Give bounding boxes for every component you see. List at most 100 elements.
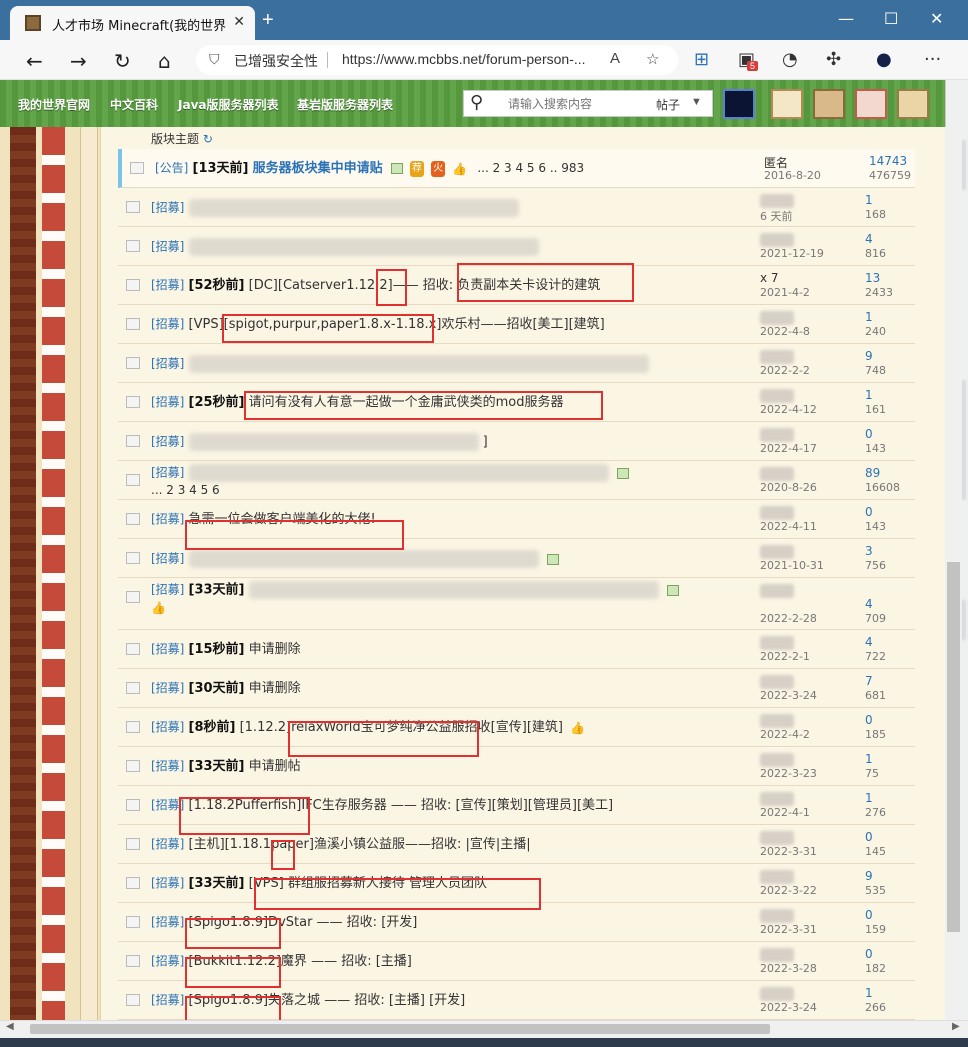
thread-pages[interactable]: ... 2 3 4 5 6 (151, 483, 220, 497)
thread-category[interactable]: [招募] (151, 357, 184, 371)
thread-category[interactable]: [招募] (151, 954, 184, 968)
thread-replies[interactable]: 1 (865, 388, 873, 402)
nav-link-wiki[interactable]: 中文百科 (110, 96, 158, 113)
table-row[interactable]: [招募] ] 2022-4-17 0 143 (118, 422, 915, 461)
close-window-button[interactable]: ✕ (930, 9, 943, 28)
shield-icon[interactable]: ⛉ (209, 51, 220, 68)
thread-replies[interactable]: 1 (865, 791, 873, 805)
maximize-button[interactable]: ☐ (884, 9, 898, 28)
table-row[interactable]: [招募] [33天前] 👍 2022-2-28 4 709 (118, 578, 915, 630)
read-aloud-icon[interactable]: A (610, 50, 620, 67)
thread-title[interactable]: 申请删除 (249, 681, 301, 696)
potion-icon[interactable] (855, 89, 887, 119)
thread-replies[interactable]: 13 (865, 271, 880, 285)
table-row[interactable]: [招募] ... 2 3 4 5 6 2020-8-26 89 16608 (118, 461, 915, 500)
table-row[interactable]: [招募] [8秒前] [1.12.2]relaxWorld宝可梦纯净公益服招收[… (118, 708, 915, 747)
thread-replies[interactable]: 7 (865, 674, 873, 688)
thread-author[interactable]: x 7 (760, 271, 779, 285)
thread-replies[interactable]: 1 (865, 193, 873, 207)
refresh-icon[interactable]: ↻ (114, 49, 131, 73)
thread-category[interactable]: [招募] (151, 435, 184, 449)
thread-title[interactable]: 申请删帖 (249, 759, 301, 774)
thread-category[interactable]: [招募] (151, 240, 184, 254)
translate-icon[interactable]: ⊞ (694, 49, 709, 70)
thread-replies[interactable]: 0 (865, 908, 873, 922)
thread-category[interactable]: [招募] (151, 720, 184, 734)
thread-category[interactable]: [招募] (151, 201, 184, 215)
nav-link-java-servers[interactable]: Java版服务器列表 (178, 96, 278, 113)
thread-replies[interactable]: 4 (865, 232, 873, 246)
thread-category[interactable]: [招募] (151, 759, 184, 773)
nav-link-official[interactable]: 我的世界官网 (18, 96, 90, 113)
url-text[interactable]: https://www.mcbbs.net/forum-person-... (342, 51, 586, 67)
thread-replies[interactable]: 1 (865, 752, 873, 766)
thread-category[interactable]: [招募] (151, 915, 184, 929)
table-row[interactable]: [公告] [13天前] 服务器板块集中申请贴 荐 火 👍 ... 2 3 4 5… (118, 149, 915, 188)
horizontal-scrollbar-thumb[interactable] (30, 1024, 770, 1034)
thread-title[interactable]: [主机][1.18.1paper]渔溪小镇公益服——招收: |宣传|主播| (189, 837, 531, 852)
thread-category[interactable]: [招募] (151, 552, 184, 566)
table-row[interactable]: [招募] [30天前] 申请删除 2022-3-24 7 681 (118, 669, 915, 708)
night-mode-icon[interactable] (723, 89, 755, 119)
search-input[interactable] (508, 97, 648, 111)
palette-icon[interactable] (897, 89, 929, 119)
tab-close-icon[interactable]: ✕ (233, 13, 245, 30)
thread-pages[interactable]: ... 2 3 4 5 6 .. 983 (477, 161, 584, 175)
new-tab-button[interactable]: + (262, 9, 274, 32)
thread-category[interactable]: [招募] (151, 876, 184, 890)
thread-replies[interactable]: 3 (865, 544, 873, 558)
thread-category[interactable]: [招募] (151, 993, 184, 1007)
thread-replies[interactable]: 0 (865, 830, 873, 844)
refresh-list-icon[interactable]: ↻ (203, 132, 213, 146)
thread-replies[interactable]: 14743 (869, 154, 907, 168)
thread-category[interactable]: [招募] (151, 837, 184, 851)
thread-title[interactable]: 申请删除 (249, 642, 301, 657)
forward-arrow-icon[interactable]: → (70, 49, 87, 73)
scroll-right-icon[interactable]: ▶ (952, 1021, 960, 1032)
thread-category[interactable]: [招募] (151, 681, 184, 695)
vertical-scrollbar-thumb[interactable] (947, 562, 960, 932)
thread-category[interactable]: [招募] (151, 466, 184, 480)
thread-category[interactable]: [招募] (151, 583, 184, 597)
home-icon[interactable]: ⌂ (158, 49, 171, 73)
table-row[interactable]: [招募] [33天前] 申请删帖 2022-3-23 1 75 (118, 747, 915, 786)
search-icon[interactable]: ⚲ (470, 92, 483, 113)
browser-tab[interactable]: 人才市场 Minecraft(我的世界)中 ✕ (10, 6, 255, 40)
thread-category[interactable]: [公告] (155, 161, 188, 175)
crafting-table-icon[interactable] (813, 89, 845, 119)
thread-replies[interactable]: 0 (865, 947, 873, 961)
search-type-select[interactable]: 帖子 (656, 96, 680, 113)
table-row[interactable]: [招募] 2022-2-2 9 748 (118, 344, 915, 383)
table-row[interactable]: [招募] 2021-12-19 4 816 (118, 227, 915, 266)
more-menu-icon[interactable]: ··· (924, 49, 941, 70)
nav-link-bedrock-servers[interactable]: 基岩版服务器列表 (297, 96, 393, 113)
thread-replies[interactable]: 1 (865, 310, 873, 324)
thread-replies[interactable]: 9 (865, 869, 873, 883)
thread-replies[interactable]: 0 (865, 713, 873, 727)
thread-replies[interactable]: 0 (865, 505, 873, 519)
thread-replies[interactable]: 4 (865, 635, 873, 649)
thread-title[interactable]: ] (483, 435, 488, 450)
thread-category[interactable]: [招募] (151, 317, 184, 331)
thread-title[interactable]: 服务器板块集中申请贴 (253, 161, 383, 176)
address-bar[interactable]: ⛉ 已增强安全性 https://www.mcbbs.net/forum-per… (196, 45, 678, 75)
security-label[interactable]: 已增强安全性 (234, 51, 318, 71)
extensions-puzzle-icon[interactable]: ✣ (826, 49, 841, 70)
thread-replies[interactable]: 4 (865, 597, 873, 611)
table-row[interactable]: [招募] [15秒前] 申请删除 2022-2-1 4 722 (118, 630, 915, 669)
favorite-star-icon[interactable]: ☆ (646, 50, 659, 68)
thread-replies[interactable]: 0 (865, 427, 873, 441)
thread-category[interactable]: [招募] (151, 512, 184, 526)
chevron-down-icon[interactable]: ▼ (691, 96, 702, 108)
back-arrow-icon[interactable]: ← (26, 49, 43, 73)
minimize-button[interactable]: — (838, 9, 854, 28)
profile-avatar[interactable]: ● (876, 49, 892, 70)
thread-category[interactable]: [招募] (151, 278, 184, 292)
thread-replies[interactable]: 89 (865, 466, 880, 480)
performance-icon[interactable]: ◔ (782, 49, 798, 70)
thread-category[interactable]: [招募] (151, 395, 184, 409)
thread-replies[interactable]: 1 (865, 986, 873, 1000)
thread-replies[interactable]: 9 (865, 349, 873, 363)
thread-category[interactable]: [招募] (151, 642, 184, 656)
mail-icon[interactable] (771, 89, 803, 119)
